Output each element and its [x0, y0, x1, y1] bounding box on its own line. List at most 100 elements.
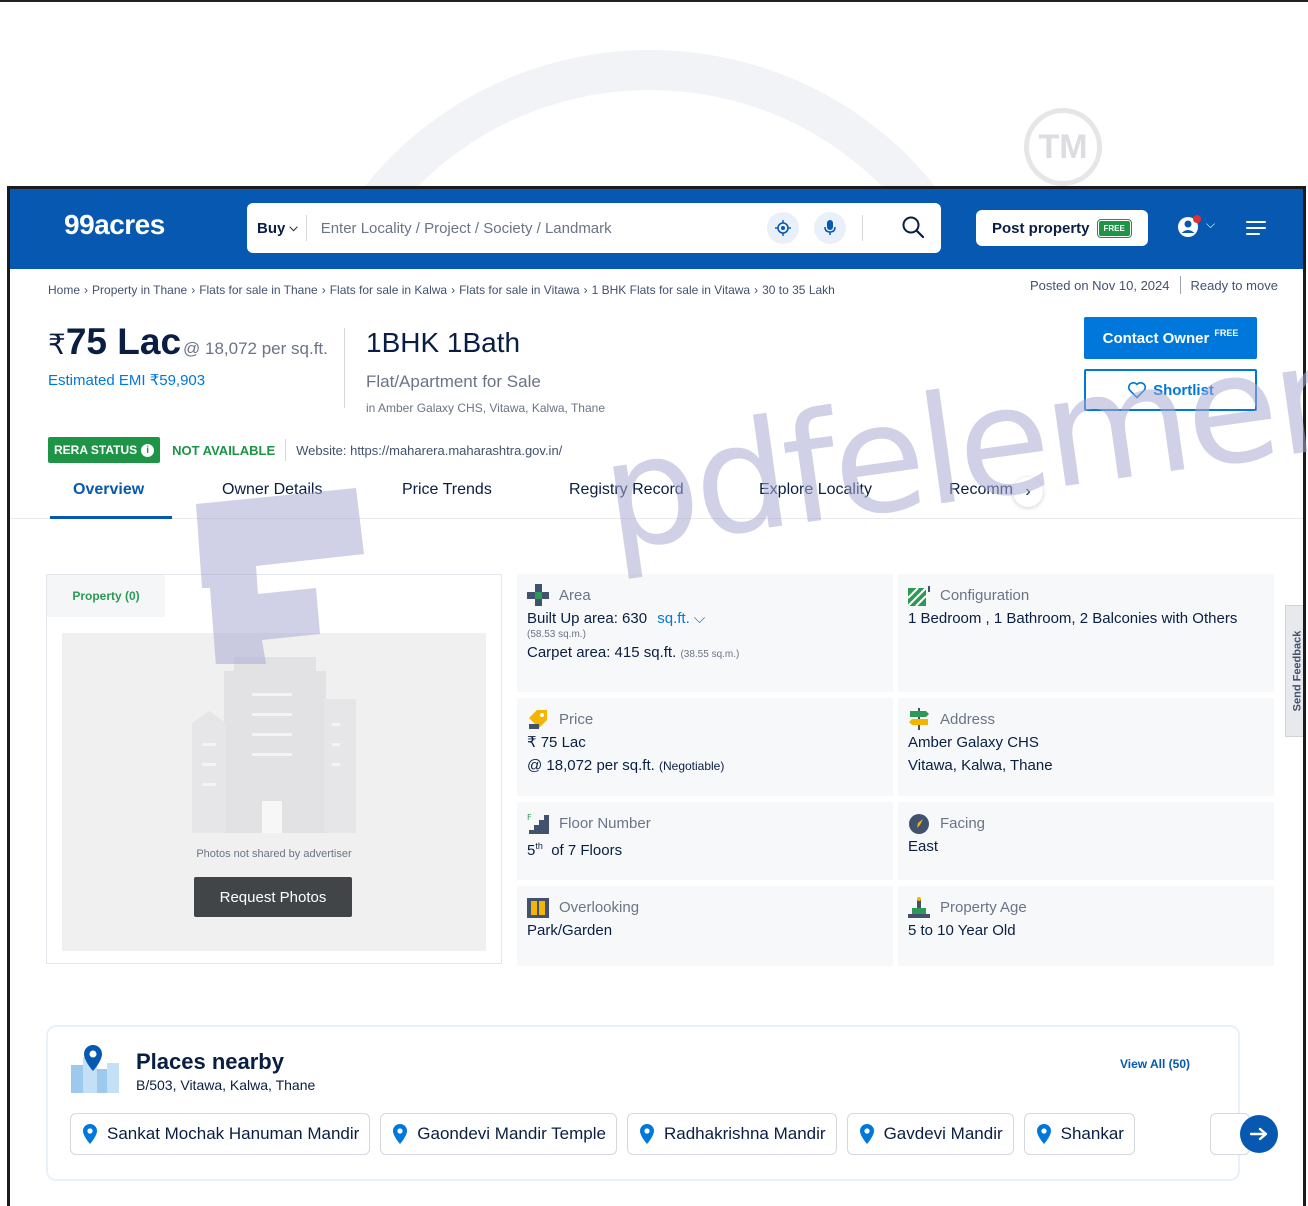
shortlist-label: Shortlist — [1153, 381, 1214, 399]
built-up-sqm: (58.53 sq.m.) — [527, 629, 586, 640]
place-chip-label: Gavdevi Mandir — [883, 1124, 1003, 1143]
floor-stairs-icon: F — [527, 813, 549, 834]
property-age-value: 5 to 10 Year Old — [908, 922, 1016, 939]
price-value: ₹ 75 Lac — [527, 734, 586, 751]
breadcrumb: Home › Property in Thane › Flats for sale … — [48, 283, 835, 297]
photo-panel: Property (0) Photos not shared by advert… — [46, 574, 502, 964]
signpost-icon — [909, 708, 929, 730]
active-tab-indicator — [50, 516, 172, 519]
heart-icon — [1128, 382, 1147, 399]
breadcrumb-item[interactable]: Flats for sale in Vitawa — [459, 283, 580, 297]
tab-registry-record[interactable]: Registry Record — [569, 481, 684, 499]
configuration-icon — [908, 586, 930, 606]
area-unit-dropdown[interactable]: sq.ft. ⌵ — [657, 610, 705, 627]
search-icon[interactable] — [901, 215, 925, 244]
post-property-button[interactable]: Post property FREE — [976, 210, 1148, 246]
tab-explore-locality[interactable]: Explore Locality — [759, 481, 872, 499]
area-unit-label: sq.ft. — [657, 610, 690, 627]
search-input[interactable] — [320, 219, 761, 237]
detail-area: Area Built Up area: 630 sq.ft. ⌵ (58.53 … — [517, 574, 893, 692]
places-nearby: Places nearby B/503, Vitawa, Kalwa, Than… — [46, 1025, 1278, 1181]
places-address: B/503, Vitawa, Kalwa, Thane — [136, 1077, 316, 1093]
breadcrumb-item[interactable]: 1 BHK Flats for sale in Vitawa — [592, 283, 751, 297]
view-all-places-link[interactable]: View All (50) — [1120, 1057, 1190, 1071]
place-chip[interactable]: Gavdevi Mandir — [846, 1113, 1014, 1155]
photo-tab-property[interactable]: Property (0) — [47, 575, 165, 617]
facing-label: Facing — [940, 814, 986, 832]
chevron-down-icon: ⌵ — [289, 221, 298, 234]
info-icon[interactable]: i — [141, 443, 155, 457]
chevron-down-icon[interactable]: ⌵ — [1206, 217, 1215, 232]
place-chip[interactable]: Radhakrishna Mandir — [626, 1113, 837, 1155]
breadcrumb-item[interactable]: 30 to 35 Lakh — [762, 283, 835, 297]
listing-price: 75 Lac — [65, 321, 182, 362]
configuration-label: Configuration — [940, 586, 1030, 604]
free-badge: FREE — [1214, 328, 1239, 338]
price-per-sqft-value: @ 18,072 per sq.ft. — [527, 757, 655, 774]
breadcrumb-item[interactable]: Flats for sale in Kalwa — [330, 283, 447, 297]
rera-website[interactable]: Website: https://maharera.maharashtra.go… — [296, 443, 562, 458]
user-account-icon[interactable] — [1176, 213, 1204, 246]
search-bar: Buy ⌵ — [247, 203, 941, 253]
breadcrumb-item[interactable]: Home — [48, 283, 80, 297]
photo-note: Photos not shared by advertiser — [196, 848, 352, 860]
buy-dropdown[interactable]: Buy ⌵ — [249, 215, 307, 241]
free-badge: FREE — [1096, 218, 1132, 238]
overlooking-value: Park/Garden — [527, 922, 613, 939]
detail-price: Price ₹ 75 Lac @ 18,072 per sq.ft. (Nego… — [517, 698, 893, 796]
hamburger-menu-icon[interactable] — [1246, 221, 1266, 239]
place-chip-label: Gaondevi Mandir Temple — [417, 1124, 606, 1143]
tab-price-trends[interactable]: Price Trends — [402, 481, 492, 499]
detail-property-age: Property Age 5 to 10 Year Old — [898, 886, 1274, 966]
property-type: Flat/Apartment for Sale — [366, 372, 541, 391]
carpet-area: Carpet area: 415 sq.ft. — [527, 644, 677, 661]
map-pin-icon — [639, 1124, 654, 1144]
breadcrumb-item[interactable]: Flats for sale in Thane — [199, 283, 318, 297]
svg-text:F: F — [527, 813, 532, 822]
property-location: in Amber Galaxy CHS, Vitawa, Kalwa, Than… — [366, 401, 606, 415]
microphone-icon[interactable] — [814, 212, 846, 244]
send-feedback-label: Send Feedback — [1291, 630, 1304, 712]
contact-owner-label: Contact Owner — [1102, 329, 1210, 347]
photo-placeholder: Photos not shared by advertiser Request … — [62, 633, 486, 951]
post-property-label: Post property — [992, 219, 1090, 237]
contact-owner-button[interactable]: Contact Owner FREE — [1084, 317, 1257, 359]
place-chip-label: Radhakrishna Mandir — [663, 1124, 826, 1143]
rera-badge[interactable]: RERA STATUS i — [48, 437, 161, 463]
page: TM 99acres Buy ⌵ Enter Locality / Projec… — [0, 0, 1308, 1206]
place-chip-label: Sankat Mochak Hanuman Mandir — [107, 1124, 360, 1143]
compass-icon — [909, 814, 929, 834]
map-pin-city-icon — [69, 1043, 121, 1100]
arrow-right-icon[interactable] — [1240, 1115, 1278, 1153]
site-logo[interactable]: 99acres — [64, 209, 165, 241]
breadcrumb-item[interactable]: Property in Thane — [92, 283, 187, 297]
address-line1: Amber Galaxy CHS — [908, 734, 1039, 751]
place-chip[interactable]: Gaondevi Mandir Temple — [380, 1113, 617, 1155]
estimated-emi-link[interactable]: Estimated EMI ₹59,903 — [48, 371, 205, 389]
price-tag-icon — [529, 710, 547, 729]
tab-overview[interactable]: Overview — [73, 481, 144, 499]
location-target-icon[interactable] — [767, 212, 799, 244]
browser-frame: 99acres Buy ⌵ Post propert — [7, 186, 1306, 1206]
tab-recommendations[interactable]: Recomm — [949, 481, 1013, 499]
tab-owner-details[interactable]: Owner Details — [222, 481, 322, 499]
total-floors: of 7 Floors — [551, 842, 623, 859]
detail-floor: F Floor Number 5th of 7 Floors — [517, 802, 893, 880]
request-photos-button[interactable]: Request Photos — [194, 877, 352, 917]
place-chip[interactable]: Sankat Mochak Hanuman Mandir — [70, 1113, 371, 1155]
map-pin-icon — [83, 1124, 97, 1144]
place-chip-label: Shankar — [1060, 1124, 1124, 1143]
posted-date: Posted on Nov 10, 2024 — [1030, 277, 1170, 293]
window-view-icon — [527, 898, 549, 918]
price-divider — [344, 328, 345, 408]
trademark-mark: TM — [1024, 108, 1102, 186]
area-icon — [527, 584, 549, 606]
shortlist-button[interactable]: Shortlist — [1084, 369, 1257, 411]
site-header: 99acres Buy ⌵ Post propert — [10, 189, 1303, 269]
send-feedback-tab[interactable]: Send Feedback — [1285, 605, 1304, 737]
floor-label: Floor Number — [559, 814, 651, 832]
place-chip[interactable]: Shankar — [1023, 1113, 1135, 1155]
building-placeholder-icon — [192, 657, 356, 833]
chevron-right-icon[interactable]: › — [1013, 477, 1043, 507]
address-line2: Vitawa, Kalwa, Thane — [908, 757, 1053, 774]
